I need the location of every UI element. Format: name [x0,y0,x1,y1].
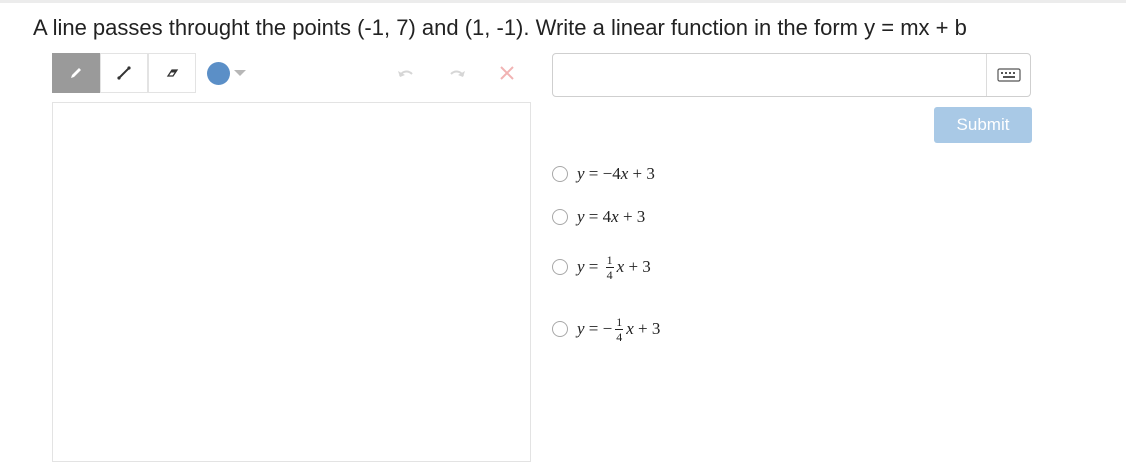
undo-button[interactable] [393,61,419,85]
chevron-down-icon[interactable] [234,70,246,76]
choice-4[interactable]: y = − 1 4 x + 3 [552,314,660,344]
fraction: 1 4 [605,252,614,282]
pencil-icon [71,68,81,78]
choice-3-math: y = 1 4 x + 3 [577,252,651,282]
line-tool-button[interactable] [100,53,148,93]
close-icon [500,66,514,80]
drawing-canvas[interactable] [52,102,531,462]
pencil-tool-button[interactable] [52,53,100,93]
color-picker-swatch[interactable] [207,62,230,85]
line-icon [117,66,131,80]
choice-3[interactable]: y = 1 4 x + 3 [552,252,651,282]
radio-button[interactable] [552,321,568,337]
fraction: 1 4 [615,314,624,344]
drawing-toolbar [52,53,532,93]
redo-icon [450,70,465,77]
undo-icon [398,70,413,77]
radio-button[interactable] [552,166,568,182]
eraser-icon [166,69,179,77]
answer-input[interactable] [552,53,1031,97]
radio-button[interactable] [552,209,568,225]
question-text: A line passes throught the points (-1, 7… [33,15,967,40]
top-border [0,0,1126,3]
choice-1[interactable]: y = −4 x + 3 [552,159,655,189]
clear-button[interactable] [494,61,520,85]
submit-button[interactable]: Submit [934,107,1032,143]
choice-2[interactable]: y = 4x + 3 [552,202,645,232]
choice-4-math: y = − 1 4 x + 3 [577,314,661,344]
keyboard-divider [986,54,987,96]
choice-2-math: y = 4x + 3 [577,207,646,226]
redo-button[interactable] [444,61,470,85]
choice-1-math: y = −4 x + 3 [577,164,655,183]
eraser-tool-button[interactable] [148,53,196,93]
radio-button[interactable] [552,259,568,275]
keyboard-icon[interactable] [997,66,1021,84]
